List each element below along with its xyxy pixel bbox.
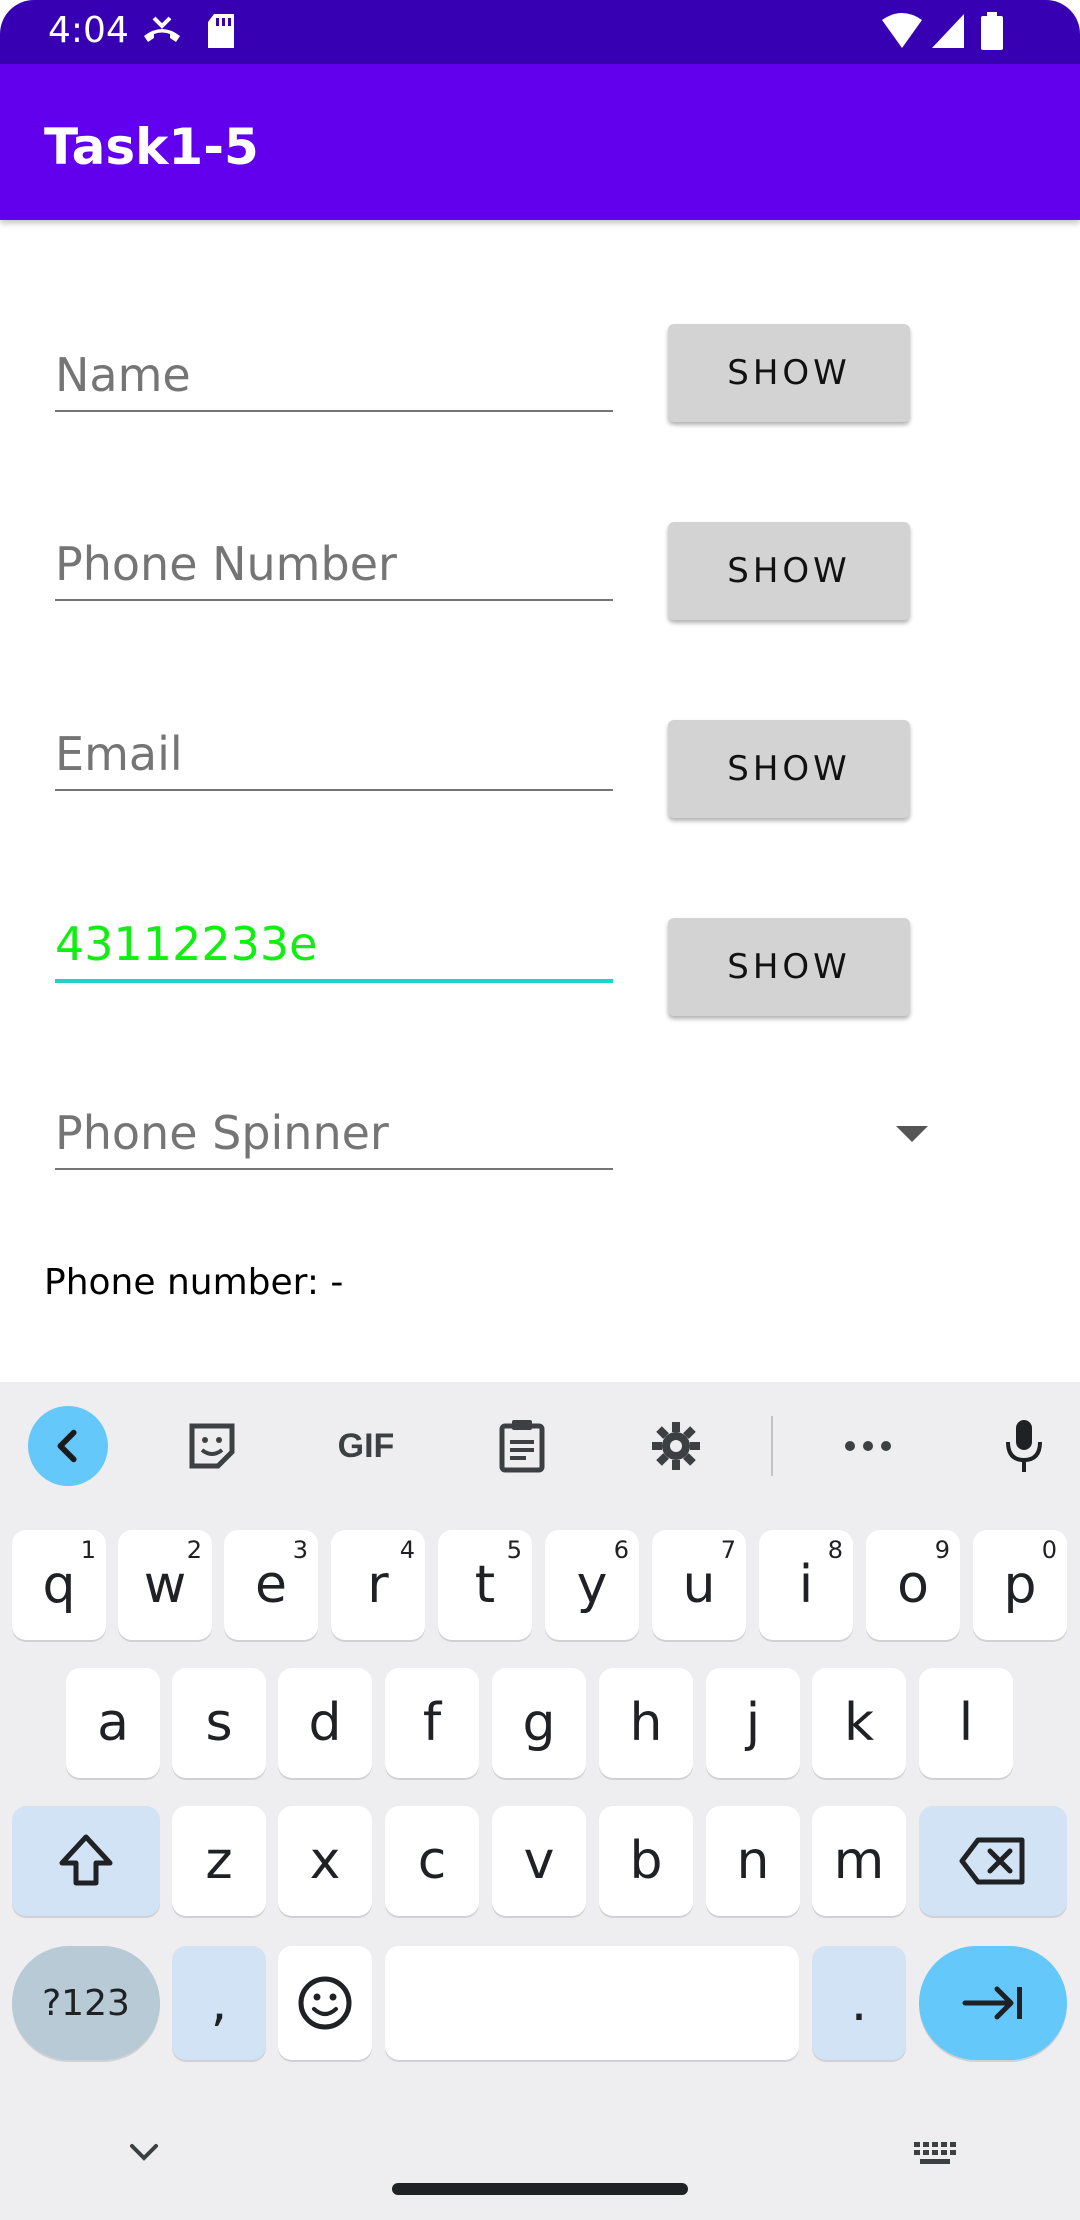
key-label: o [897,1555,929,1615]
key-hint: 2 [186,1536,202,1564]
key-hint: 0 [1041,1536,1057,1564]
sd-card-icon [206,12,236,55]
key-m[interactable]: m [812,1806,906,1916]
key-label: w [143,1555,187,1615]
key-o[interactable]: o9 [866,1530,960,1640]
key-a[interactable]: a [66,1668,160,1778]
key-e[interactable]: e3 [224,1530,318,1640]
key-hint: 3 [292,1536,308,1564]
dropdown-arrow-icon[interactable] [896,1126,928,1142]
key-label: t [474,1555,496,1615]
comma-key[interactable]: , [172,1946,266,2060]
key-d[interactable]: d [278,1668,372,1778]
shift-key[interactable] [12,1806,160,1916]
key-h[interactable]: h [599,1668,693,1778]
hide-keyboard-chevron-icon[interactable] [128,2142,160,2167]
missed-call-icon [140,12,184,57]
key-n[interactable]: n [706,1806,800,1916]
show-id-button[interactable]: SHOW [668,918,910,1016]
key-f[interactable]: f [385,1668,479,1778]
key-v[interactable]: v [492,1806,586,1916]
key-label: y [576,1555,608,1615]
key-s[interactable]: s [172,1668,266,1778]
phone-spinner[interactable]: Phone Spinner [55,1088,613,1170]
app-title: Task1-5 [44,118,259,176]
keyboard-toolbar: GIF [0,1382,1080,1506]
show-phone-button[interactable]: SHOW [668,522,910,620]
key-l[interactable]: l [919,1668,1013,1778]
key-i[interactable]: i8 [759,1530,853,1640]
soft-keyboard: GIF q1 w2 e3 r4 t5 y6 u7 i8 o9 p0 a s d … [0,1382,1080,2220]
wifi-icon [880,12,924,55]
gif-icon[interactable]: GIF [326,1406,406,1486]
settings-gear-icon[interactable] [636,1406,716,1486]
phone-spinner-placeholder: Phone Spinner [55,1106,389,1160]
emoji-icon [298,1976,352,2030]
key-c[interactable]: c [385,1806,479,1916]
symbols-key[interactable]: ?123 [12,1946,160,2060]
id-input[interactable]: 43112233e [55,899,613,983]
key-g[interactable]: g [492,1668,586,1778]
signal-icon [930,12,966,55]
sticker-icon[interactable] [172,1406,252,1486]
key-hint: 1 [80,1536,96,1564]
key-label: r [367,1555,389,1615]
home-indicator[interactable] [392,2183,688,2195]
key-k[interactable]: k [812,1668,906,1778]
clipboard-icon[interactable] [482,1406,562,1486]
key-b[interactable]: b [599,1806,693,1916]
key-q[interactable]: q1 [12,1530,106,1640]
key-label: u [682,1555,716,1615]
email-placeholder: Email [55,727,183,781]
more-dots-icon[interactable] [828,1406,908,1486]
key-hint: 9 [934,1536,950,1564]
key-u[interactable]: u7 [652,1530,746,1640]
key-label: q [42,1555,76,1615]
enter-key[interactable] [919,1946,1067,2060]
key-x[interactable]: x [278,1806,372,1916]
key-label: i [798,1555,814,1615]
backspace-key[interactable] [919,1806,1067,1916]
space-key[interactable] [385,1946,799,2060]
id-input-value: 43112233e [55,917,318,971]
tab-next-icon [962,1986,1022,2020]
key-j[interactable]: j [706,1668,800,1778]
backspace-icon [959,1837,1025,1885]
key-hint: 7 [720,1536,736,1564]
key-p[interactable]: p0 [973,1530,1067,1640]
toolbar-divider [771,1416,773,1476]
key-t[interactable]: t5 [438,1530,532,1640]
keyboard-switch-icon[interactable] [912,2140,958,2173]
key-hint: 8 [827,1536,843,1564]
name-input-placeholder: Name [55,348,191,402]
microphone-icon[interactable] [984,1406,1064,1486]
key-y[interactable]: y6 [545,1530,639,1640]
status-time: 4:04 [48,10,129,51]
phone-number-placeholder: Phone Number [55,537,397,591]
key-hint: 4 [399,1536,415,1564]
key-hint: 6 [613,1536,629,1564]
key-z[interactable]: z [172,1806,266,1916]
key-w[interactable]: w2 [118,1530,212,1640]
key-r[interactable]: r4 [331,1530,425,1640]
back-chevron-icon[interactable] [28,1406,108,1486]
phone-number-input[interactable]: Phone Number [55,519,613,601]
phone-number-label: Phone number: - [44,1262,344,1303]
battery-icon [980,12,1004,57]
key-label: p [1003,1555,1037,1615]
key-hint: 5 [506,1536,522,1564]
shift-arrow-icon [59,1834,113,1886]
show-name-button[interactable]: SHOW [668,324,910,422]
status-bar: 4:04 [0,0,1080,64]
name-input[interactable]: Name [55,330,613,412]
period-key[interactable]: . [812,1946,906,2060]
navigation-bar [0,2100,1080,2220]
email-input[interactable]: Email [55,709,613,791]
app-bar: Task1-5 [0,64,1080,220]
emoji-key[interactable] [278,1946,372,2060]
key-label: e [255,1555,287,1615]
show-email-button[interactable]: SHOW [668,720,910,818]
